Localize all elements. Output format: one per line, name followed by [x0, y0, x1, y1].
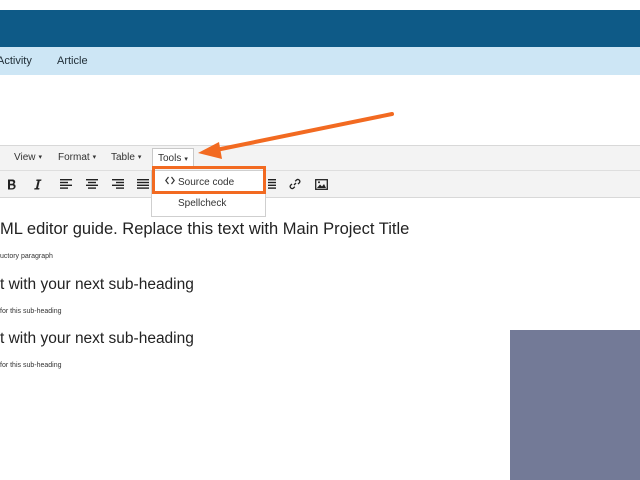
- sub-heading: t with your next sub-heading: [0, 276, 194, 293]
- menu-item-spellcheck[interactable]: Spellcheck: [152, 196, 265, 216]
- side-panel: [510, 330, 640, 480]
- page-title: ML editor guide. Replace this text with …: [0, 220, 410, 238]
- bold-icon[interactable]: [4, 176, 20, 192]
- caret-down-icon: ▾: [137, 154, 142, 161]
- caret-down-icon: ▾: [38, 154, 43, 161]
- align-left-icon[interactable]: [58, 176, 74, 192]
- sub-heading: t with your next sub-heading: [0, 330, 194, 347]
- link-icon[interactable]: [287, 176, 303, 192]
- sub-paragraph: for this sub-heading: [0, 362, 62, 369]
- menu-format[interactable]: Format ▾: [58, 152, 96, 163]
- editor-toolbar: [0, 170, 640, 198]
- caret-down-icon: ▾: [184, 156, 188, 163]
- annotation-highlight-box: [152, 166, 266, 194]
- list-icon[interactable]: [264, 176, 280, 192]
- image-icon[interactable]: [313, 176, 329, 192]
- caret-down-icon: ▾: [92, 154, 97, 161]
- menu-table[interactable]: Table ▾: [111, 152, 141, 163]
- menu-tools[interactable]: Tools ▾: [152, 148, 194, 167]
- align-center-icon[interactable]: [84, 176, 100, 192]
- italic-icon[interactable]: [29, 176, 45, 192]
- align-right-icon[interactable]: [110, 176, 126, 192]
- nav-item-activity[interactable]: Activity: [0, 55, 32, 67]
- top-margin: [0, 0, 640, 10]
- intro-paragraph: uctory paragraph: [0, 253, 53, 260]
- align-justify-icon[interactable]: [135, 176, 151, 192]
- nav-item-article[interactable]: Article: [57, 55, 88, 67]
- menu-view[interactable]: View ▾: [14, 152, 42, 163]
- secondary-nav: Activity Article: [0, 47, 640, 75]
- editor-menubar: View ▾ Format ▾ Table ▾ Tools ▾: [0, 145, 640, 171]
- site-header: [0, 10, 640, 47]
- sub-paragraph: for this sub-heading: [0, 308, 62, 315]
